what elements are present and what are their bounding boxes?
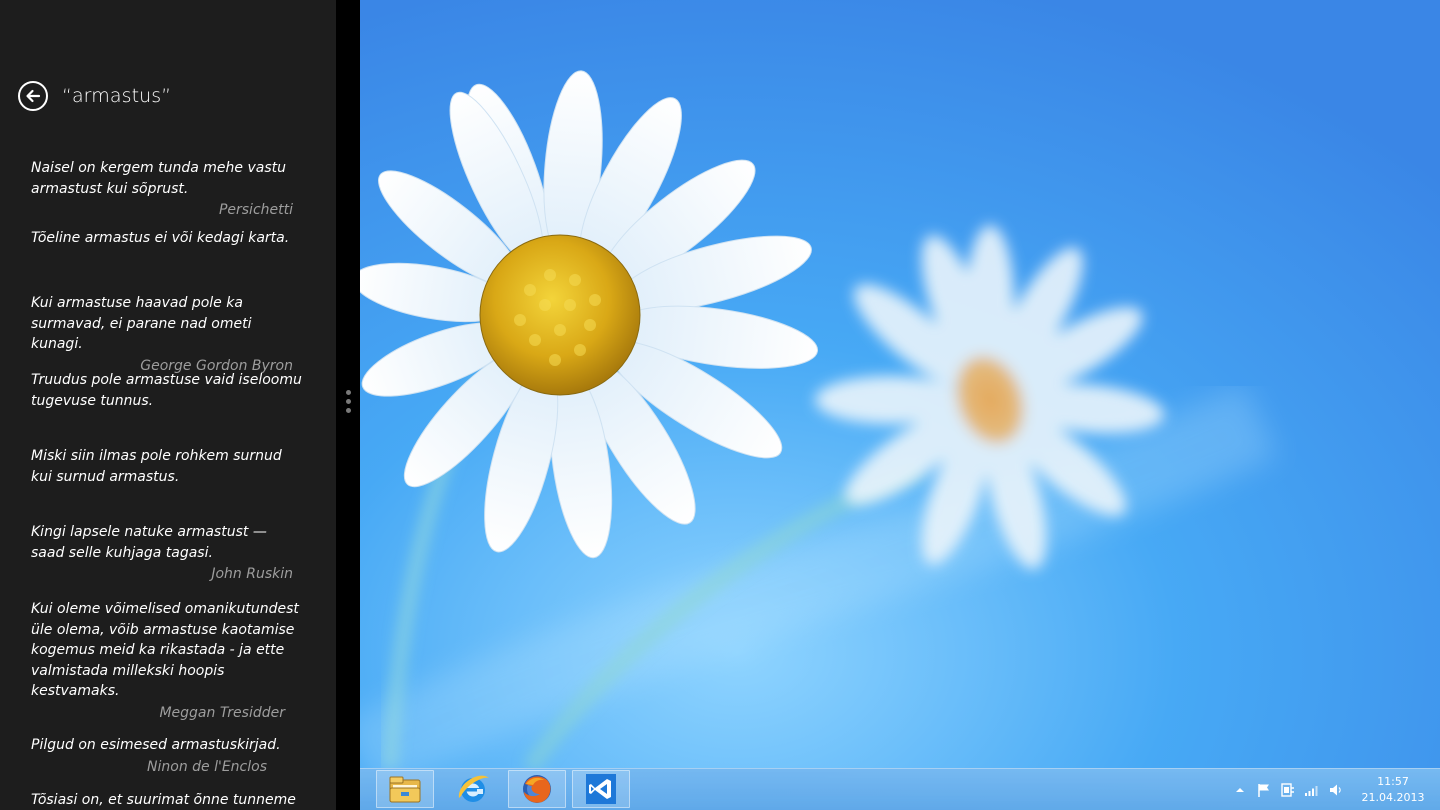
taskbar-clock[interactable]: 11:57 21.04.2013 xyxy=(1358,774,1428,806)
app-header: “armastus” xyxy=(18,78,171,114)
clock-time: 11:57 xyxy=(1377,775,1409,788)
taskbar: 11:57 21.04.2013 xyxy=(360,768,1440,810)
snapped-quotes-app: “armastus” Naisel on kergem tunda mehe v… xyxy=(0,0,336,810)
action-center-button[interactable] xyxy=(1253,779,1275,801)
quote-text: Miski siin ilmas pole rohkem surnud kui … xyxy=(31,448,282,485)
quote-author: Meggan Tresidder xyxy=(159,704,285,721)
quote-item[interactable]: Tõeline armastus ei või kedagi karta. xyxy=(31,228,303,293)
taskbar-visual-studio[interactable] xyxy=(572,770,630,808)
firefox-icon xyxy=(523,775,551,803)
splitter-grip-icon[interactable] xyxy=(345,390,351,417)
quote-item[interactable]: Pilgud on esimesed armastuskirjad. Ninon… xyxy=(31,735,303,790)
flag-icon xyxy=(1258,784,1269,797)
quote-text: Tõeline armastus ei või kedagi karta. xyxy=(31,230,290,246)
quote-text: Kui armastuse haavad pole ka surmavad, e… xyxy=(31,295,252,352)
back-arrow-icon xyxy=(26,89,41,103)
quote-author: Ninon de l'Enclos xyxy=(147,758,267,775)
quote-author: John Ruskin xyxy=(211,566,293,582)
back-button[interactable] xyxy=(18,81,48,111)
chevron-up-icon xyxy=(1236,788,1244,792)
taskbar-internet-explorer[interactable] xyxy=(444,770,502,808)
internet-explorer-icon xyxy=(458,775,489,802)
volume-button[interactable] xyxy=(1325,779,1347,801)
quote-item[interactable]: Tõsiasi on, et suurimat õnne tunneme xyxy=(31,790,303,810)
quote-text: Kui oleme võimelised omanikutundest üle … xyxy=(31,601,299,699)
speaker-icon xyxy=(1330,784,1341,796)
quote-item[interactable]: Kui oleme võimelised omanikutundest üle … xyxy=(31,599,303,735)
network-button[interactable] xyxy=(1301,779,1323,801)
show-hidden-icons-button[interactable] xyxy=(1229,779,1251,801)
quote-text: Pilgud on esimesed armastuskirjad. xyxy=(31,737,281,753)
clock-date: 21.04.2013 xyxy=(1361,791,1425,804)
power-plug-icon xyxy=(1281,783,1294,797)
quote-text: Naisel on kergem tunda mehe vastu armast… xyxy=(31,160,287,197)
power-status-button[interactable] xyxy=(1277,779,1299,801)
quote-list: Naisel on kergem tunda mehe vastu armast… xyxy=(31,158,303,810)
taskbar-file-explorer[interactable] xyxy=(376,770,434,808)
screen: “armastus” Naisel on kergem tunda mehe v… xyxy=(0,0,1440,810)
search-query-title: “armastus” xyxy=(62,85,172,107)
quote-item[interactable]: Truudus pole armastuse vaid iseloomu tug… xyxy=(31,370,303,446)
quote-author: Persichetti xyxy=(218,202,293,218)
quote-item[interactable]: Kingi lapsele natuke armastust — saad se… xyxy=(31,522,303,599)
quote-item[interactable]: Miski siin ilmas pole rohkem surnud kui … xyxy=(31,446,303,522)
snap-splitter[interactable] xyxy=(336,0,360,810)
quote-text: Tõsiasi on, et suurimat õnne tunneme xyxy=(31,792,296,808)
daisy-wallpaper xyxy=(360,0,1440,768)
taskbar-firefox[interactable] xyxy=(508,770,566,808)
desktop[interactable]: 11:57 21.04.2013 xyxy=(360,0,1440,810)
visual-studio-icon xyxy=(586,774,616,804)
quote-text: Truudus pole armastuse vaid iseloomu tug… xyxy=(31,372,302,409)
quote-item[interactable]: Naisel on kergem tunda mehe vastu armast… xyxy=(31,158,303,228)
signal-bars-icon xyxy=(1305,786,1318,796)
quote-text: Kingi lapsele natuke armastust — saad se… xyxy=(31,524,267,561)
file-explorer-icon xyxy=(389,776,421,803)
system-tray: 11:57 21.04.2013 xyxy=(1228,769,1440,810)
quote-item[interactable]: Kui armastuse haavad pole ka surmavad, e… xyxy=(31,293,303,374)
